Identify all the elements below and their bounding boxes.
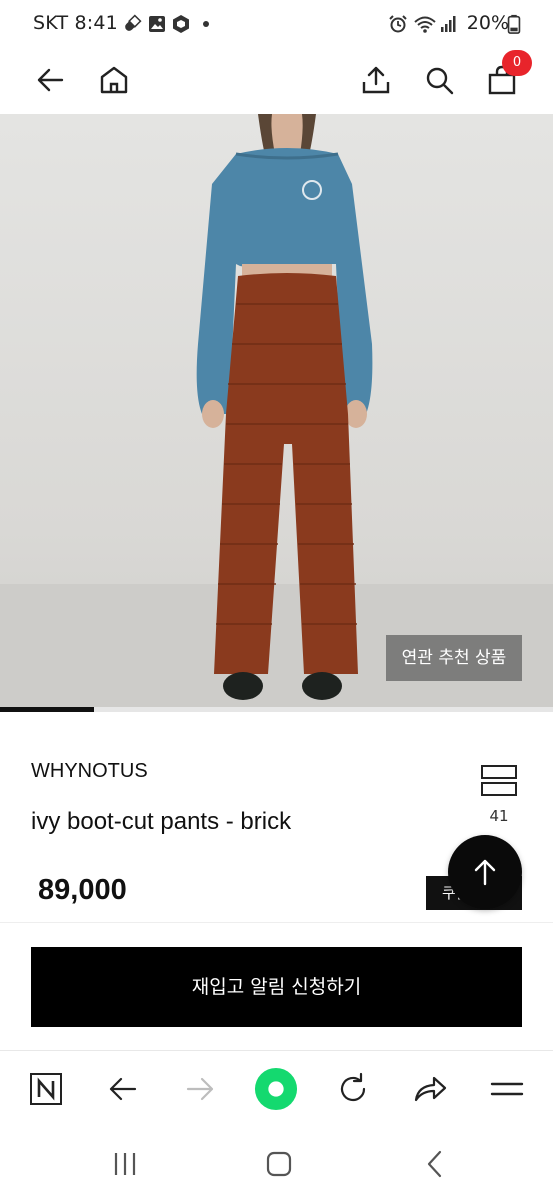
recent-apps-icon	[114, 1153, 136, 1175]
status-bar: SKT 8:41 20%	[0, 0, 553, 50]
stack-icon	[481, 765, 517, 796]
product-price: 89,000	[38, 874, 127, 906]
gallery-icon	[149, 16, 165, 32]
product-image[interactable]	[0, 114, 553, 710]
green-dot-button[interactable]	[254, 1067, 298, 1111]
status-carrier-time: SKT 8:41	[33, 12, 118, 34]
browser-share-button[interactable]	[408, 1067, 452, 1111]
naver-n-icon	[30, 1073, 62, 1105]
arrow-up-icon	[474, 859, 496, 886]
image-carousel-progress-fill	[0, 707, 94, 712]
cart-count-badge: 0	[502, 50, 532, 76]
search-button[interactable]	[417, 58, 461, 102]
battery-percent: 20%	[466, 12, 509, 34]
share-icon	[362, 66, 390, 94]
home-icon	[100, 66, 128, 94]
product-title: ivy boot-cut pants - brick	[31, 808, 292, 835]
share-arrow-icon	[414, 1076, 447, 1102]
wifi-icon	[414, 16, 436, 33]
pill-icon	[125, 14, 142, 31]
recent-apps-button[interactable]	[103, 1144, 147, 1184]
signal-icon	[441, 16, 456, 32]
restock-alert-button[interactable]: 재입고 알림 신청하기	[31, 947, 522, 1027]
reload-button[interactable]	[331, 1067, 375, 1111]
home-button[interactable]	[92, 58, 136, 102]
like-button[interactable]: 41	[478, 763, 520, 833]
green-dot-button-icon	[254, 1067, 298, 1111]
browser-back-button[interactable]	[101, 1067, 145, 1111]
app-header	[0, 50, 553, 114]
scroll-to-top-button[interactable]	[448, 835, 522, 909]
model-illustration	[0, 114, 553, 710]
android-nav-bar	[0, 1128, 553, 1200]
related-products-button[interactable]: 연관 추천 상품	[386, 635, 522, 681]
menu-icon	[490, 1082, 524, 1096]
android-back-icon	[427, 1150, 442, 1178]
back-button[interactable]	[28, 58, 72, 102]
android-back-button[interactable]	[413, 1144, 457, 1184]
browser-back-icon	[109, 1077, 137, 1101]
search-icon	[426, 67, 454, 95]
browser-forward-button[interactable]	[178, 1067, 222, 1111]
brand-name[interactable]: WHYNOTUS	[31, 760, 148, 783]
android-home-icon	[266, 1151, 292, 1177]
divider	[0, 922, 553, 923]
browser-forward-icon	[186, 1077, 214, 1101]
android-home-button[interactable]	[257, 1144, 301, 1184]
browser-toolbar	[0, 1050, 553, 1128]
box-icon	[173, 15, 189, 33]
back-arrow-icon	[37, 68, 64, 92]
image-carousel-progress	[0, 707, 553, 712]
alarm-icon	[389, 15, 407, 33]
naver-home-button[interactable]	[24, 1067, 68, 1111]
share-button[interactable]	[354, 58, 398, 102]
reload-icon	[340, 1072, 366, 1102]
dot-icon	[203, 21, 209, 27]
browser-menu-button[interactable]	[485, 1067, 529, 1111]
like-count: 41	[489, 807, 509, 825]
battery-icon	[507, 14, 521, 34]
